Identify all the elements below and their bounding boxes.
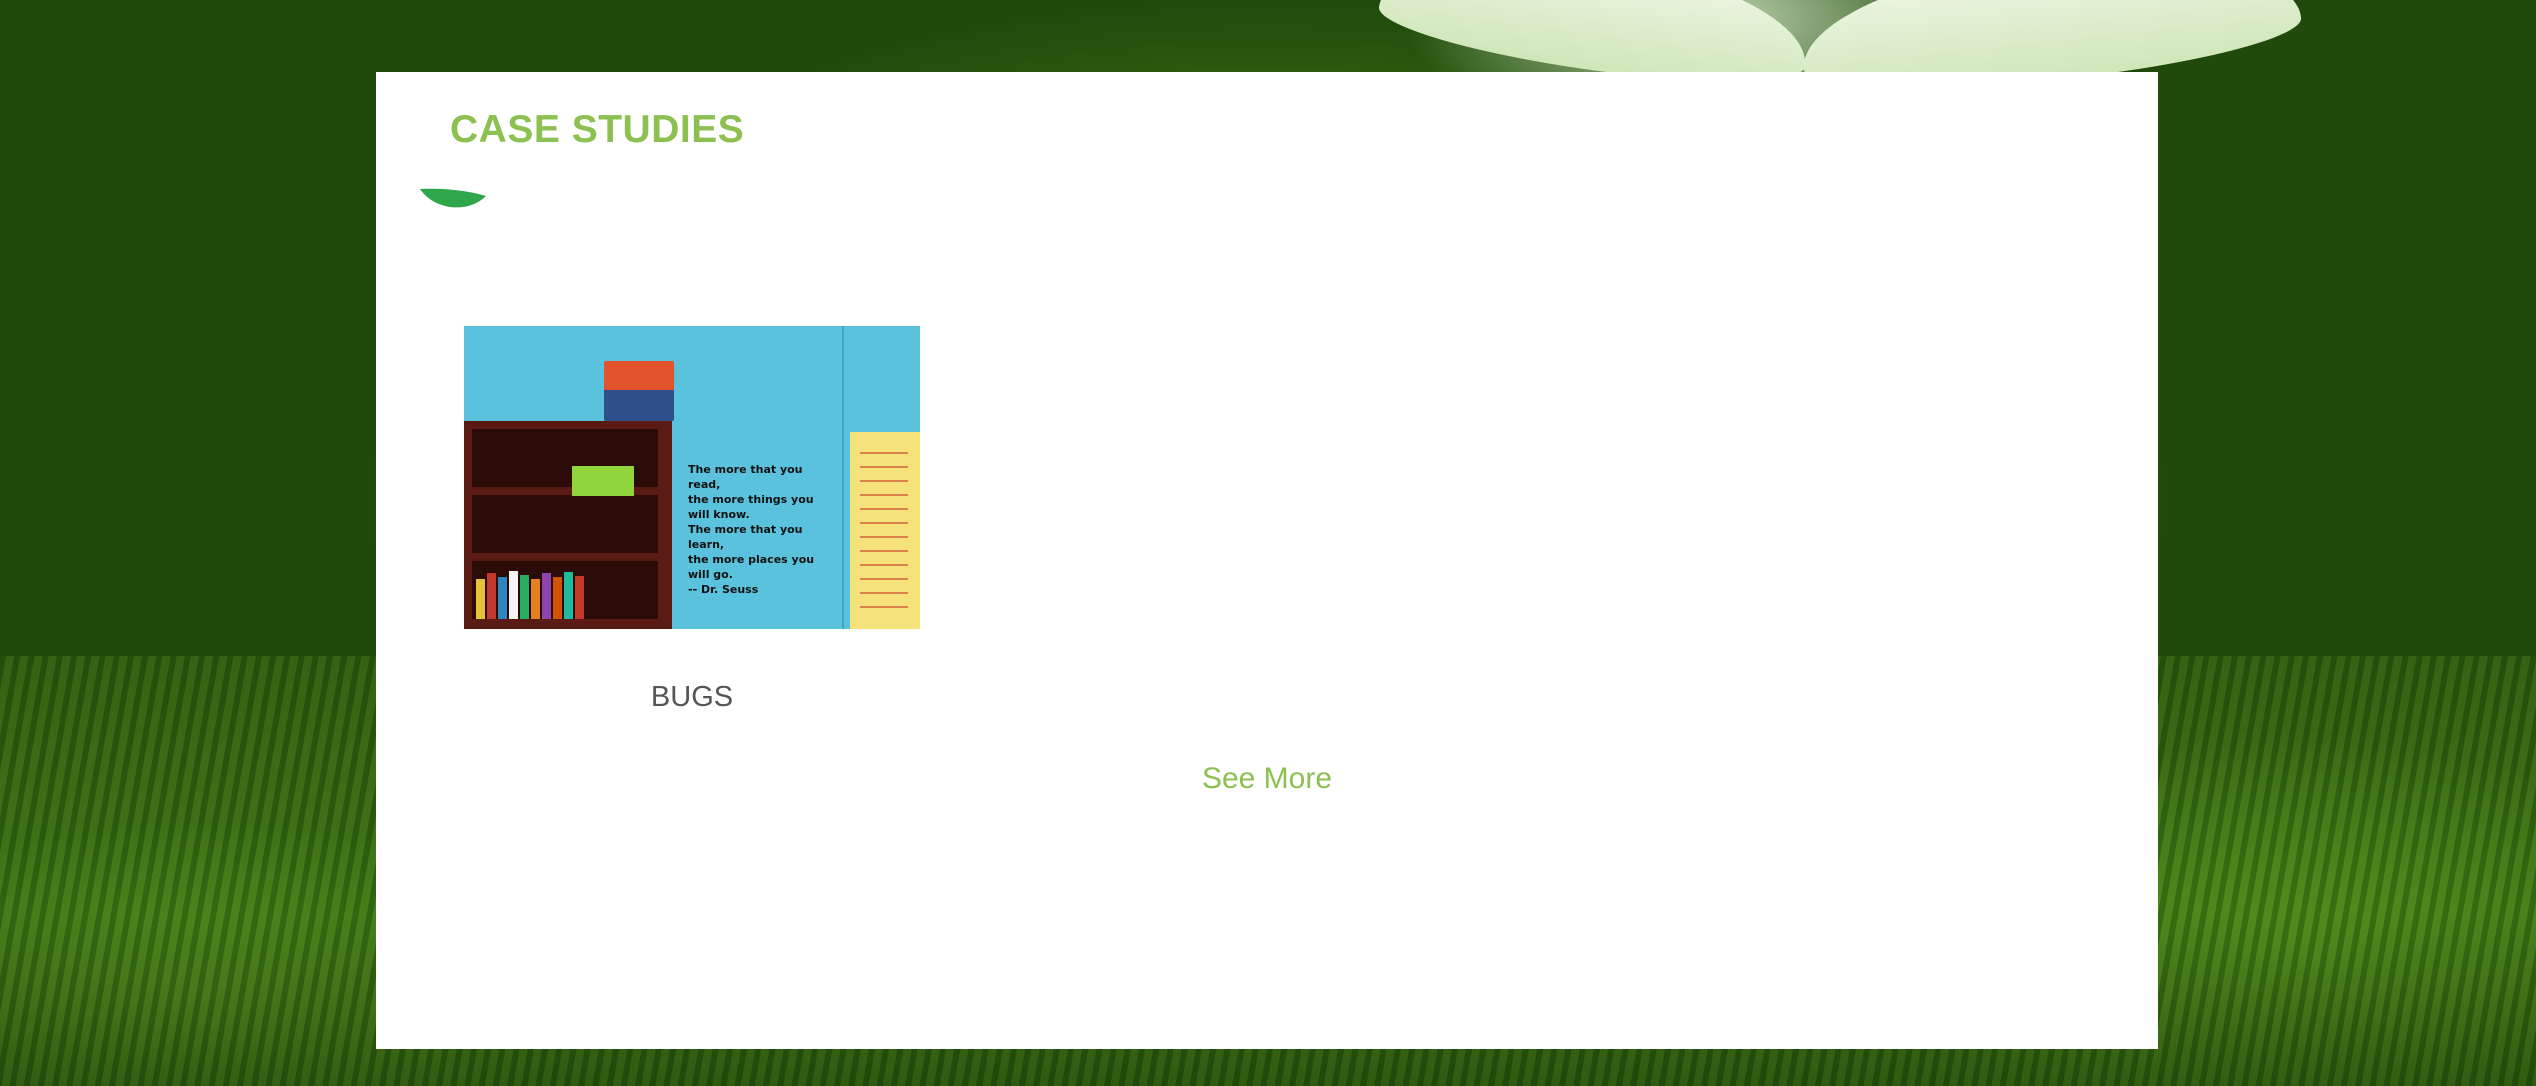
case-study-card[interactable]: The more that you read, the more things …: [464, 326, 920, 714]
see-more-link[interactable]: See More: [376, 762, 2158, 796]
bookshelf: [464, 421, 672, 629]
case-studies-panel: CASE STUDIES The more that you read, the…: [376, 72, 2158, 1049]
yellow-paper: [850, 432, 920, 629]
green-box: [572, 466, 634, 496]
leaf-icon: [420, 188, 486, 208]
section-title: CASE STUDIES: [450, 108, 745, 151]
stacked-boxes: [604, 361, 674, 421]
case-study-image[interactable]: The more that you read, the more things …: [464, 326, 920, 629]
case-study-caption[interactable]: BUGS: [464, 681, 920, 714]
wall-quote: The more that you read, the more things …: [688, 463, 815, 596]
